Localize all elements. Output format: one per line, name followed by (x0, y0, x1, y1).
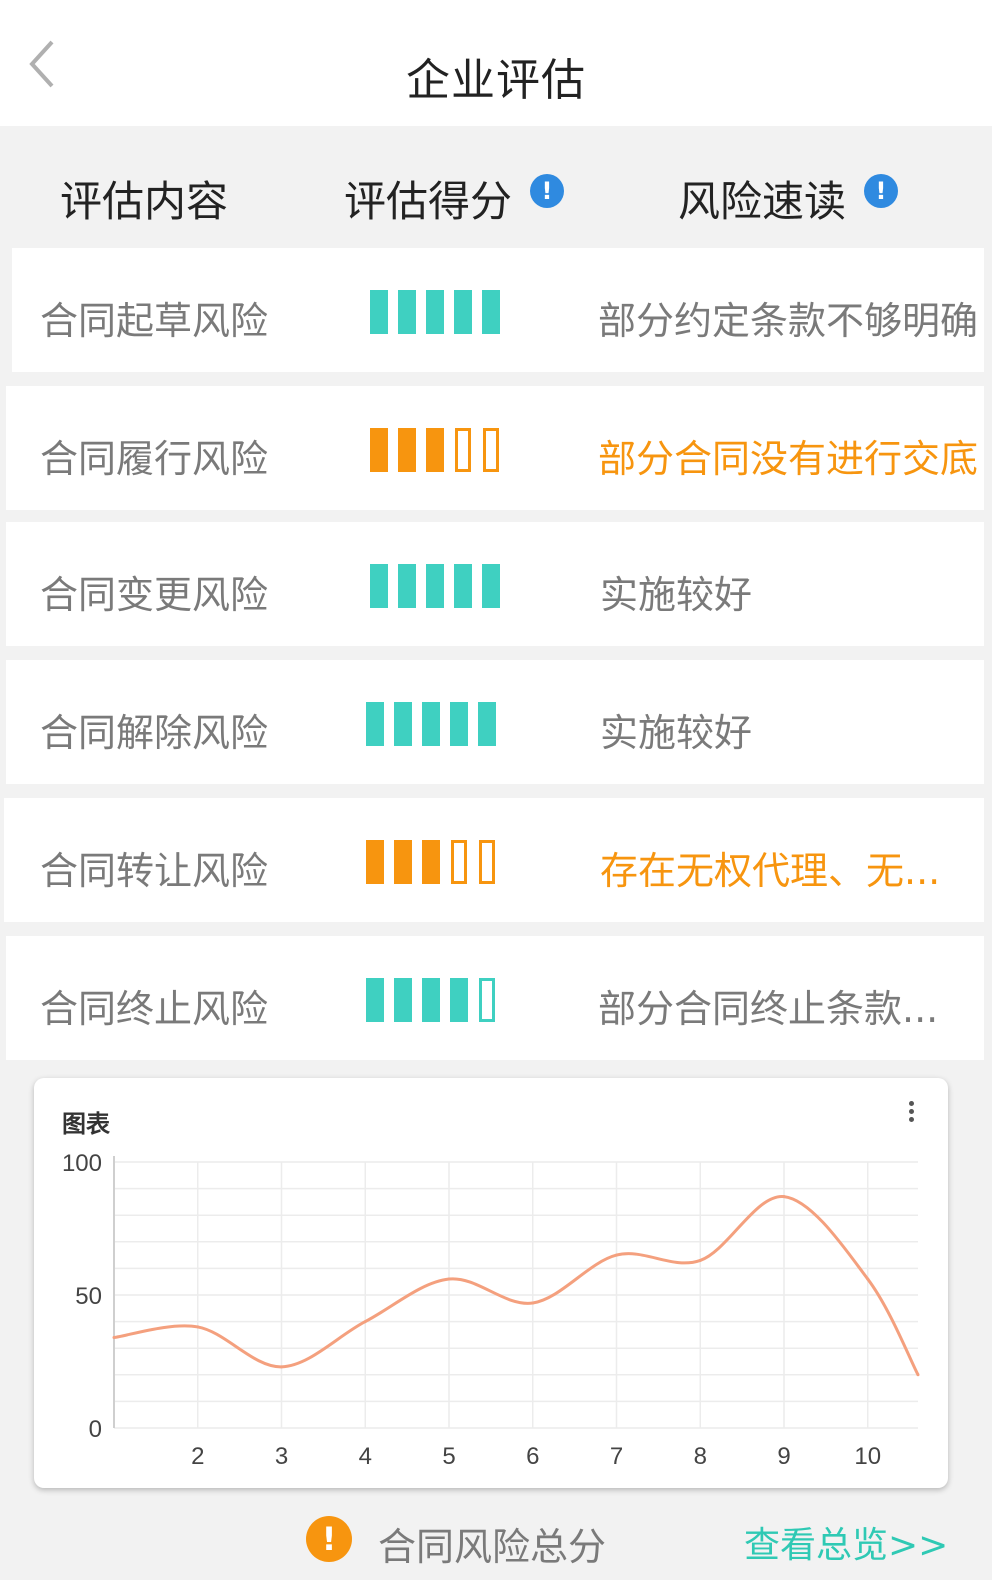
alert-icon: ! (306, 1516, 352, 1562)
score-bar-filled (370, 564, 388, 608)
risk-name: 合同履行风险 (40, 437, 269, 481)
score-bar-empty (451, 840, 467, 884)
risk-row[interactable]: 合同履行风险 部分合同没有进行交底 (6, 386, 984, 510)
score-bar-filled (394, 702, 412, 746)
data-point (531, 1301, 535, 1305)
score-bar-filled (450, 702, 468, 746)
column-header-risk: 风险速读 ! (678, 168, 899, 229)
risk-row[interactable]: 合同解除风险 实施较好 (6, 660, 984, 784)
score-bars (370, 428, 500, 472)
page-title: 企业评估 (406, 55, 586, 106)
risk-name: 合同起草风险 (40, 299, 269, 343)
y-tick-label: 50 (75, 1283, 102, 1310)
score-bar-filled (454, 290, 472, 334)
x-tick-label: 3 (275, 1443, 288, 1470)
risk-row[interactable]: 合同起草风险 部分约定条款不够明确 (12, 248, 984, 372)
risk-note: 实施较好 (600, 711, 753, 755)
data-point (280, 1365, 283, 1369)
score-bar-filled (394, 978, 412, 1022)
data-point (615, 1253, 618, 1257)
score-bar-filled (370, 428, 388, 472)
x-tick-label: 5 (442, 1443, 455, 1470)
total-score-label: 合同风险总分 (378, 1525, 607, 1569)
column-header-content: 评估内容 (60, 177, 229, 226)
score-bars (370, 290, 500, 334)
risk-note: 部分合同没有进行交底 (598, 437, 979, 481)
data-point (196, 1325, 200, 1329)
risk-name: 合同解除风险 (40, 711, 269, 755)
data-point (698, 1258, 702, 1262)
risk-row[interactable]: 合同转让风险 存在无权代理、无... (4, 798, 984, 922)
data-point (916, 1373, 920, 1377)
score-bars (366, 702, 496, 746)
x-tick-label: 7 (610, 1443, 623, 1470)
line-chart: 0 50 100 2 3 4 5 6 7 8 9 10 (62, 1150, 920, 1470)
score-bar-filled (422, 840, 440, 884)
score-bar-filled (394, 840, 412, 884)
risk-name: 合同转让风险 (40, 849, 269, 893)
data-point (363, 1320, 367, 1324)
data-point (112, 1336, 116, 1340)
score-bar-empty (455, 428, 471, 472)
score-bar-filled (398, 290, 416, 334)
score-bar-filled (426, 564, 444, 608)
x-tick-label: 8 (694, 1443, 707, 1470)
y-tick-label: 100 (62, 1150, 102, 1177)
score-bars (370, 564, 500, 608)
score-bars (366, 840, 496, 884)
data-point (447, 1277, 451, 1281)
chart-card: 图表 0 50 100 2 3 4 5 6 7 8 9 10 (34, 1078, 948, 1488)
view-overview-link[interactable]: 查看总览>> (744, 1516, 948, 1568)
x-tick-label: 4 (359, 1443, 372, 1470)
score-bar-empty (479, 840, 495, 884)
data-point (866, 1277, 870, 1281)
score-bar-filled (370, 290, 388, 334)
score-bar-filled (366, 978, 384, 1022)
score-bar-filled (426, 290, 444, 334)
score-bar-filled (482, 564, 500, 608)
info-icon[interactable]: ! (530, 173, 565, 208)
column-header-score: 评估得分 ! (344, 168, 565, 229)
score-bar-filled (426, 428, 444, 472)
risk-name: 合同变更风险 (40, 573, 269, 617)
score-bar-filled (482, 290, 500, 334)
score-bar-filled (398, 564, 416, 608)
score-bar-filled (422, 702, 440, 746)
score-bar-filled (454, 564, 472, 608)
risk-row[interactable]: 合同终止风险 部分合同终止条款... (6, 936, 984, 1060)
x-tick-label: 9 (777, 1443, 790, 1470)
risk-row[interactable]: 合同变更风险 实施较好 (6, 522, 984, 646)
x-tick-label: 6 (526, 1443, 539, 1470)
score-bar-filled (398, 428, 416, 472)
risk-name: 合同终止风险 (40, 987, 269, 1031)
score-bar-filled (366, 702, 384, 746)
score-bar-empty (483, 428, 499, 472)
info-icon[interactable]: ! (864, 173, 899, 208)
score-bars (366, 978, 496, 1022)
risk-note: 部分合同终止条款... (598, 987, 939, 1031)
score-bar-filled (366, 840, 384, 884)
risk-note: 实施较好 (600, 573, 753, 617)
score-bar-filled (478, 702, 496, 746)
risk-note: 部分约定条款不够明确 (598, 299, 979, 343)
risk-note: 存在无权代理、无... (600, 849, 941, 893)
score-bar-empty (479, 978, 495, 1022)
data-point (782, 1195, 786, 1199)
x-tick-label: 2 (191, 1443, 204, 1470)
app-header: 企业评估 (0, 0, 992, 126)
score-bar-filled (422, 978, 440, 1022)
x-tick-label: 10 (854, 1443, 881, 1470)
y-tick-label: 0 (89, 1416, 102, 1443)
score-bar-filled (450, 978, 468, 1022)
